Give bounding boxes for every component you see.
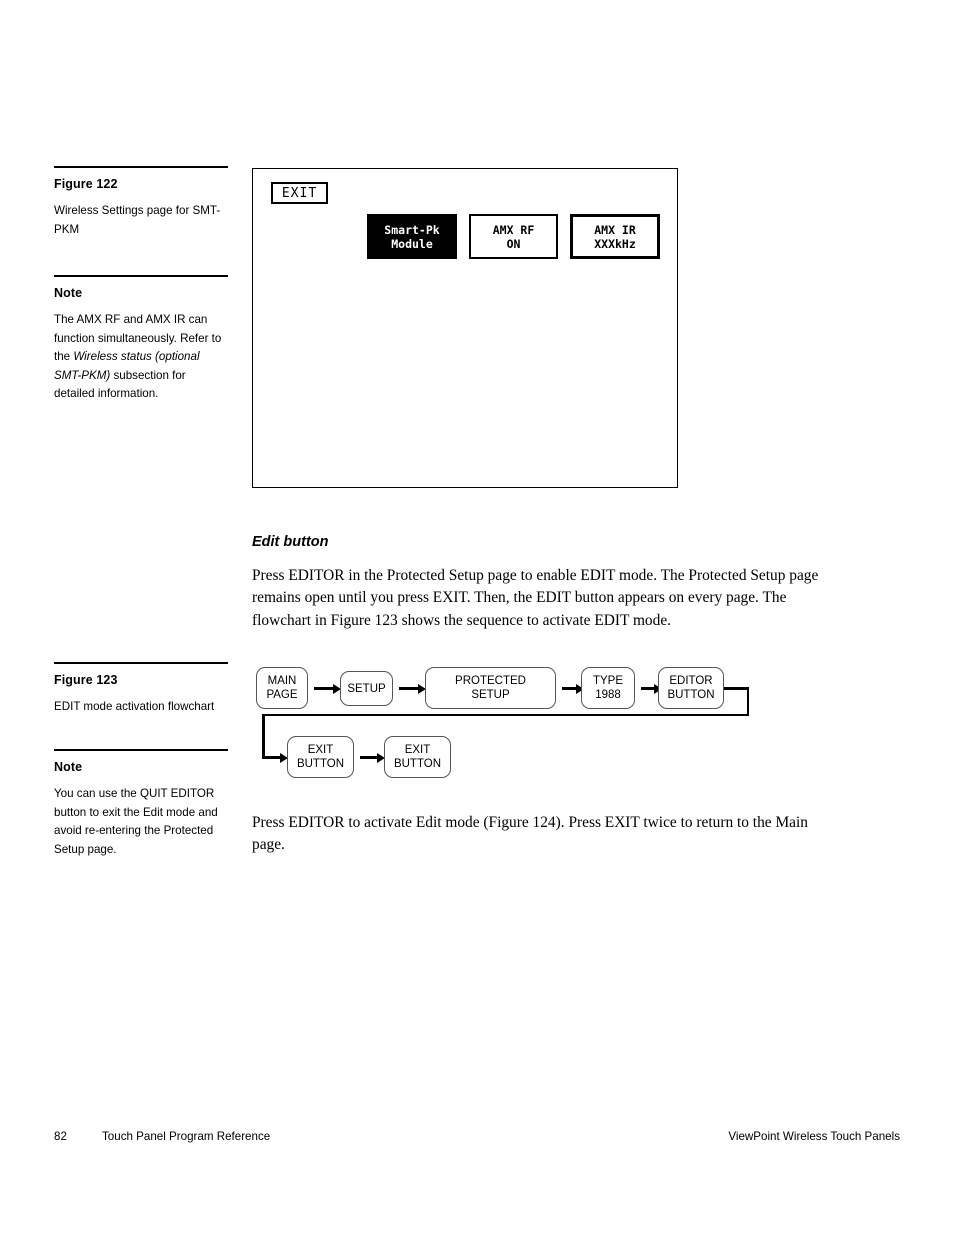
wireless-settings-panel: EXIT Smart-Pk Module AMX RF ON AMX IR XX…	[252, 168, 678, 488]
footer-page-number: 82	[54, 1130, 67, 1143]
panel-amx-rf-line2: ON	[506, 236, 521, 251]
divider-rule	[54, 662, 228, 664]
divider-rule	[54, 166, 228, 168]
flow-node-exit-button-2-line2: BUTTON	[393, 758, 442, 770]
figure-122-caption: Wireless Settings page for SMT-PKM	[54, 204, 221, 236]
paragraph-press-editor: Press EDITOR to activate Edit mode (Figu…	[252, 814, 808, 854]
edit-mode-flowchart: MAIN PAGE SETUP PROTECTED SETUP TYPE 198…	[252, 662, 762, 787]
flow-connector-segment-across	[262, 713, 749, 716]
panel-smartpk-module-button[interactable]: Smart-Pk Module	[367, 214, 457, 259]
flow-node-type-1988[interactable]: TYPE 1988	[581, 667, 635, 709]
flow-arrow-6	[360, 752, 385, 763]
panel-amx-ir-line1: AMX IR	[594, 222, 636, 237]
flow-node-exit-button-2[interactable]: EXIT BUTTON	[384, 736, 451, 778]
footer-left-group: 82 Touch Panel Program Reference	[54, 1130, 270, 1143]
flow-arrow-4	[641, 683, 662, 694]
flow-node-exit-button-1-line2: BUTTON	[296, 758, 345, 770]
note-1-text: The AMX RF and AMX IR can function simul…	[54, 311, 228, 404]
flow-connector-segment-right	[724, 687, 749, 690]
flow-node-type-1988-line2: 1988	[595, 689, 621, 701]
page-footer: 82 Touch Panel Program Reference ViewPoi…	[54, 1130, 900, 1143]
flow-node-type-1988-line1: TYPE	[592, 675, 624, 687]
figure-123-block: Figure 123 EDIT mode activation flowchar…	[54, 662, 228, 717]
note-1-block: Note The AMX RF and AMX IR can function …	[54, 275, 228, 404]
paragraph-edit-mode: Press EDITOR in the Protected Setup page…	[252, 567, 819, 629]
note-2-heading: Note	[54, 760, 83, 774]
flow-arrow-3	[562, 683, 584, 694]
flow-node-exit-button-1-line1: EXIT	[307, 744, 334, 756]
figure-122-block: Figure 122 Wireless Settings page for SM…	[54, 166, 228, 239]
footer-product-title: ViewPoint Wireless Touch Panels	[728, 1130, 900, 1143]
panel-exit-button[interactable]: EXIT	[271, 182, 328, 204]
flow-node-protected-setup[interactable]: PROTECTED SETUP	[425, 667, 556, 709]
flow-node-exit-button-1[interactable]: EXIT BUTTON	[287, 736, 354, 778]
flow-connector-segment-down-right	[746, 687, 749, 716]
flow-node-exit-button-2-line1: EXIT	[404, 744, 431, 756]
flow-arrow-5	[262, 752, 288, 763]
figure-122-heading: Figure 122	[54, 177, 118, 191]
section-heading-edit-button: Edit button	[252, 534, 329, 550]
figure-123-heading: Figure 123	[54, 673, 118, 687]
flow-node-protected-setup-line1: PROTECTED	[455, 675, 526, 687]
panel-amx-rf-line1: AMX RF	[492, 222, 535, 237]
divider-rule	[54, 749, 228, 751]
panel-amx-ir-line2: XXXkHz	[594, 236, 636, 251]
flow-node-main-page-line2: PAGE	[266, 689, 298, 701]
flow-arrow-1	[314, 683, 341, 694]
footer-document-title: Touch Panel Program Reference	[102, 1130, 271, 1143]
panel-smartpk-line1: Smart-Pk	[384, 222, 440, 237]
flow-node-main-page-line1: MAIN	[267, 675, 297, 687]
figure-123-caption: EDIT mode activation flowchart	[54, 700, 215, 713]
flow-node-protected-setup-line2: SETUP	[471, 689, 510, 701]
flow-node-editor-button-line2: BUTTON	[667, 689, 715, 701]
flow-connector-segment-down-left	[262, 713, 265, 758]
flow-node-main-page[interactable]: MAIN PAGE	[256, 667, 308, 709]
note-2-text: You can use the QUIT EDITOR button to ex…	[54, 787, 218, 856]
panel-exit-button-label: EXIT	[281, 185, 318, 201]
flow-node-editor-button-line1: EDITOR	[669, 675, 713, 687]
flow-arrow-2	[399, 683, 426, 694]
divider-rule	[54, 275, 228, 277]
flow-node-editor-button[interactable]: EDITOR BUTTON	[658, 667, 724, 709]
panel-amx-ir-button[interactable]: AMX IR XXXkHz	[570, 214, 660, 259]
panel-smartpk-line2: Module	[391, 236, 433, 251]
flow-node-setup[interactable]: SETUP	[340, 671, 393, 706]
panel-amx-rf-button[interactable]: AMX RF ON	[469, 214, 558, 259]
note-1-heading: Note	[54, 286, 83, 300]
flow-node-setup-line1: SETUP	[347, 682, 386, 695]
note-2-block: Note You can use the QUIT EDITOR button …	[54, 749, 228, 859]
